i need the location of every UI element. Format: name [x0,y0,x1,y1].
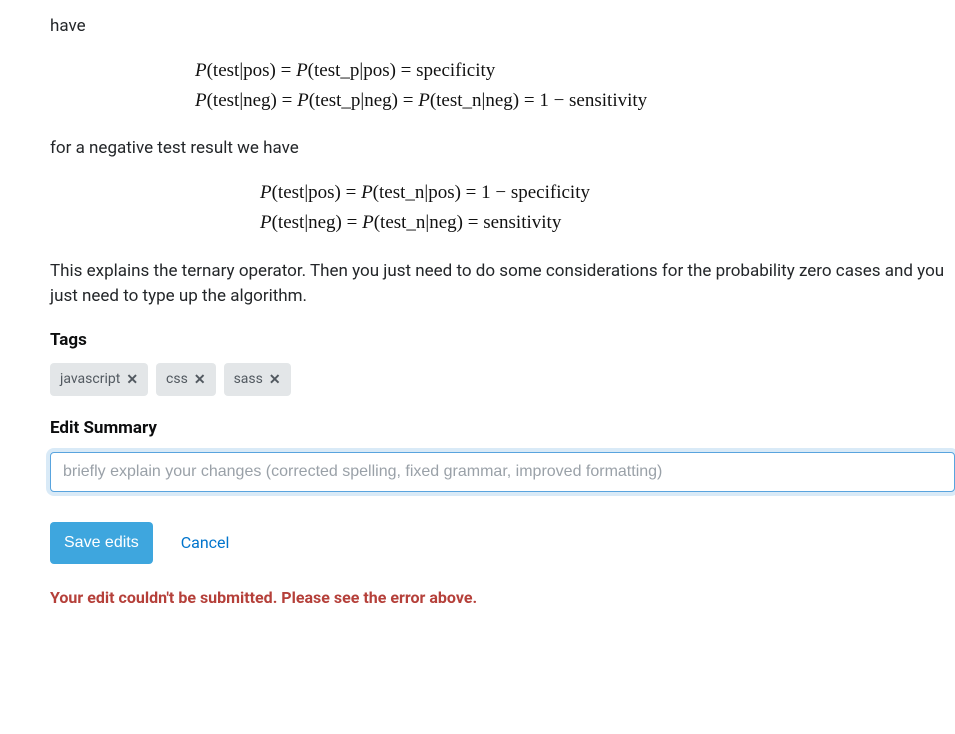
tag-label: sass [234,369,263,390]
tag-javascript[interactable]: javascript ✕ [50,363,148,396]
edit-summary-input[interactable] [50,452,955,492]
math-block-2: P(test|pos) = P(test_n|pos) = 1 − specif… [50,178,955,239]
tag-css[interactable]: css ✕ [156,363,216,396]
body-text-mid: for a negative test result we have [50,136,955,162]
close-icon[interactable]: ✕ [126,373,138,387]
close-icon[interactable]: ✕ [269,373,281,387]
body-text-fragment: have [50,14,955,40]
math-block-1: P(test|pos) = P(test_p|pos) = specificit… [50,56,955,117]
tag-sass[interactable]: sass ✕ [224,363,291,396]
error-message: Your edit couldn't be submitted. Please … [50,586,955,610]
close-icon[interactable]: ✕ [194,373,206,387]
save-edits-button[interactable]: Save edits [50,522,153,564]
body-text-closing: This explains the ternary operator. Then… [50,259,955,310]
tag-label: css [166,369,188,390]
cancel-link[interactable]: Cancel [181,531,230,555]
edit-summary-label: Edit Summary [50,416,955,442]
tags-row[interactable]: javascript ✕ css ✕ sass ✕ [50,363,955,396]
tags-label: Tags [50,328,955,354]
tag-label: javascript [60,369,120,390]
